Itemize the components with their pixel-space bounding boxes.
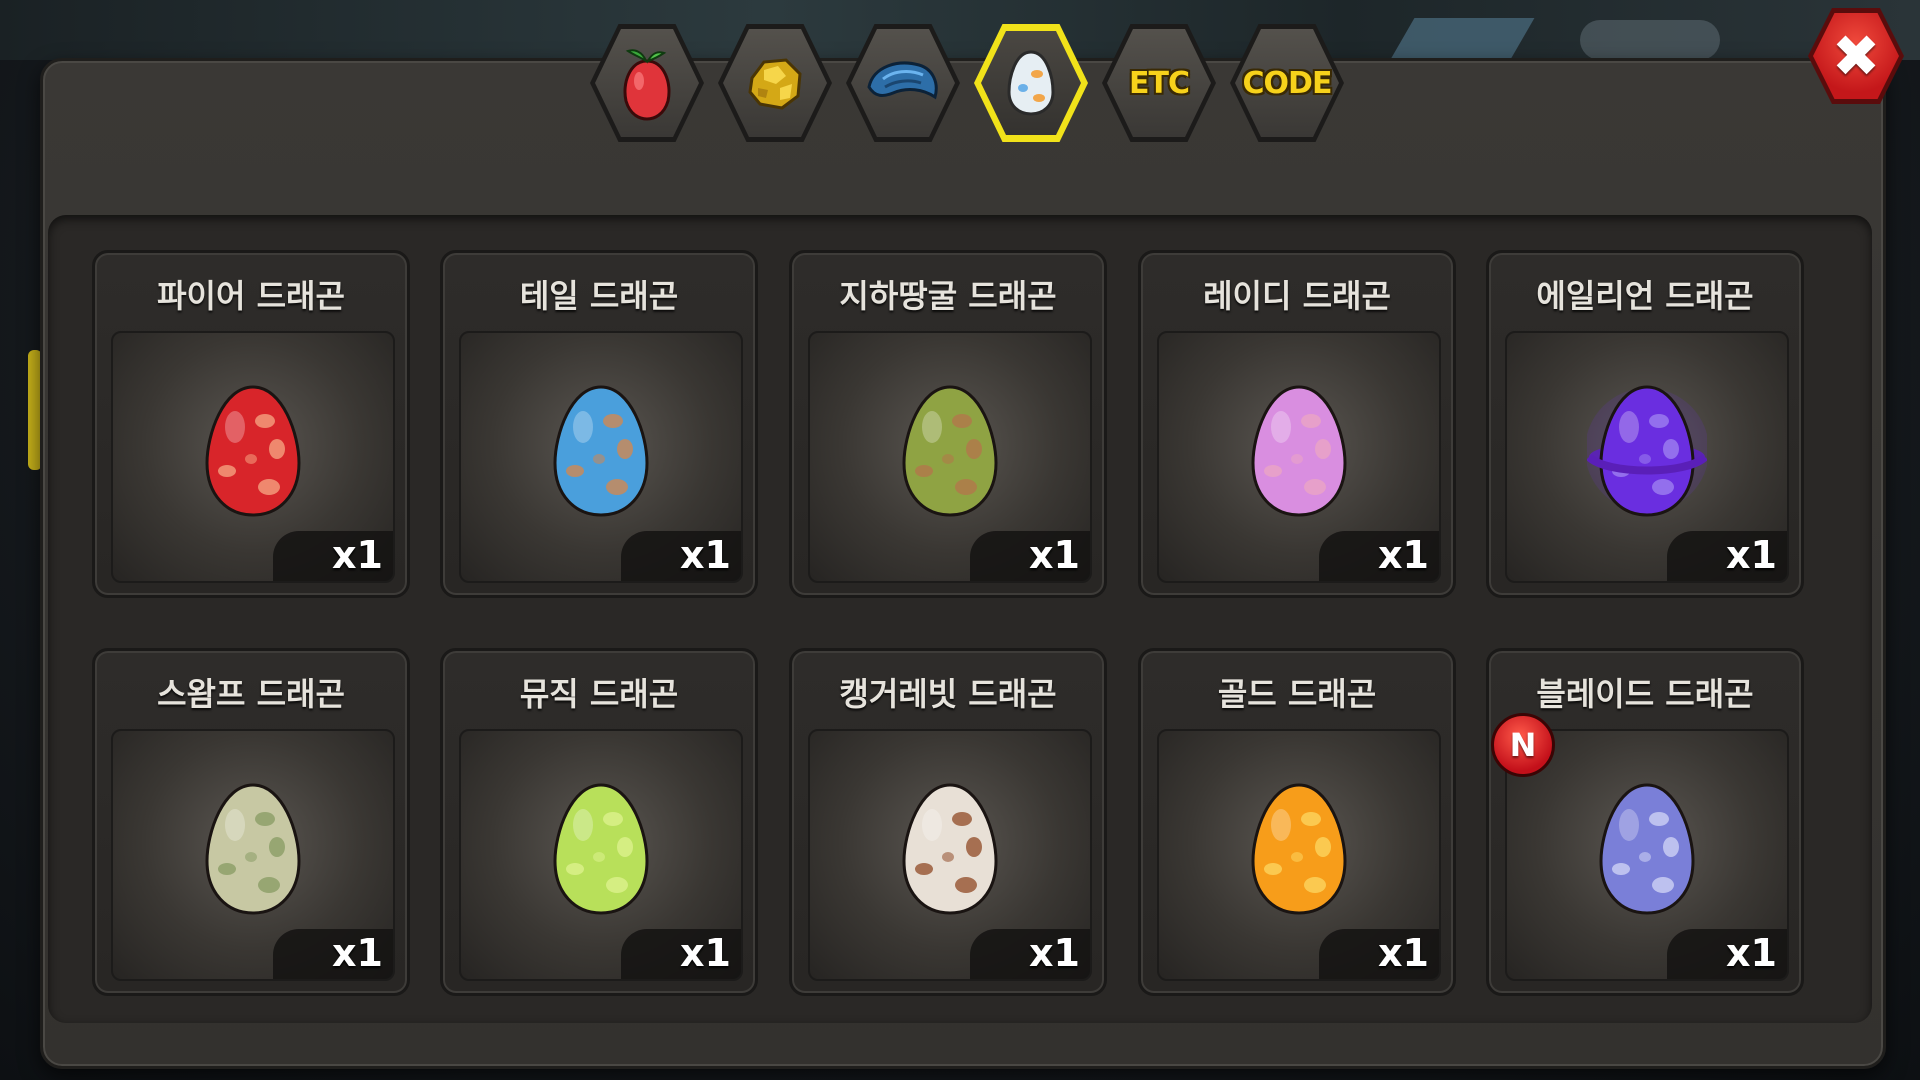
- quantity-badge: x1: [1667, 531, 1787, 581]
- dragon-egg-icon: [1599, 783, 1695, 915]
- quantity-label: x1: [1378, 533, 1429, 577]
- tab-gold[interactable]: [718, 24, 832, 142]
- category-tabs: ETC CODE: [590, 18, 1360, 148]
- dragon-egg-icon: [1251, 385, 1347, 517]
- item-slot: x1: [808, 729, 1092, 981]
- item-slot: x1: [111, 331, 395, 583]
- egg-item-card[interactable]: 캥거레빗 드래곤 x1: [789, 648, 1107, 996]
- egg-item-card[interactable]: 지하땅굴 드래곤 x1: [789, 250, 1107, 598]
- quantity-badge: x1: [273, 929, 393, 979]
- egg-icon: [1007, 50, 1055, 116]
- egg-item-card[interactable]: 에일리언 드래곤 x1: [1486, 250, 1804, 598]
- quantity-label: x1: [1378, 931, 1429, 975]
- quantity-label: x1: [1029, 931, 1080, 975]
- dragon-egg-icon: [553, 385, 649, 517]
- quantity-badge: x1: [970, 929, 1090, 979]
- blue-scale-icon: [867, 61, 938, 100]
- dragon-egg-icon: [1587, 385, 1707, 517]
- background-decoration: [1580, 20, 1720, 60]
- new-badge: N: [1491, 713, 1555, 777]
- quantity-label: x1: [680, 533, 731, 577]
- close-icon: ✖: [1831, 22, 1881, 90]
- tab-egg[interactable]: [974, 24, 1088, 142]
- egg-item-card[interactable]: 골드 드래곤 x1: [1138, 648, 1456, 996]
- item-slot: x1: [808, 331, 1092, 583]
- item-name: 블레이드 드래곤: [1536, 675, 1754, 713]
- quantity-badge: x1: [273, 531, 393, 581]
- tab-code[interactable]: CODE: [1230, 24, 1344, 142]
- quantity-label: x1: [332, 533, 383, 577]
- tab-fruit[interactable]: [590, 24, 704, 142]
- quantity-label: x1: [680, 931, 731, 975]
- quantity-badge: x1: [1319, 531, 1439, 581]
- quantity-badge: x1: [621, 929, 741, 979]
- item-name: 스왐프 드래곤: [157, 675, 345, 713]
- egg-item-card[interactable]: 테일 드래곤 x1: [440, 250, 758, 598]
- item-name: 테일 드래곤: [519, 277, 679, 315]
- quantity-badge: x1: [1319, 929, 1439, 979]
- dragon-egg-icon: [205, 385, 301, 517]
- item-name: 레이디 드래곤: [1203, 277, 1391, 315]
- gold-ore-icon: [748, 58, 802, 110]
- dragon-egg-icon: [553, 783, 649, 915]
- egg-item-card[interactable]: 블레이드 드래곤 x1 N: [1486, 648, 1804, 996]
- item-slot: x1: [1157, 729, 1441, 981]
- item-slot: x1: [459, 729, 743, 981]
- item-name: 뮤직 드래곤: [519, 675, 679, 713]
- quantity-label: x1: [1726, 931, 1777, 975]
- tab-etc-label: ETC: [1129, 65, 1190, 101]
- fruit-icon: [623, 49, 671, 121]
- quantity-label: x1: [332, 931, 383, 975]
- item-slot: x1: [1157, 331, 1441, 583]
- item-slot: x1: [1505, 331, 1789, 583]
- item-name: 지하땅굴 드래곤: [839, 277, 1057, 315]
- quantity-badge: x1: [970, 531, 1090, 581]
- dragon-egg-icon: [205, 783, 301, 915]
- tab-code-label: CODE: [1242, 65, 1333, 101]
- tab-scale[interactable]: [846, 24, 960, 142]
- quantity-badge: x1: [1667, 929, 1787, 979]
- quantity-label: x1: [1726, 533, 1777, 577]
- quantity-label: x1: [1029, 533, 1080, 577]
- item-slot: x1: [459, 331, 743, 583]
- quantity-badge: x1: [621, 531, 741, 581]
- dragon-egg-icon: [902, 385, 998, 517]
- dragon-egg-icon: [902, 783, 998, 915]
- item-name: 파이어 드래곤: [157, 277, 345, 315]
- item-slot: x1: [111, 729, 395, 981]
- item-slot: x1: [1505, 729, 1789, 981]
- item-name: 에일리언 드래곤: [1536, 277, 1754, 315]
- egg-item-card[interactable]: 파이어 드래곤 x1: [92, 250, 410, 598]
- tab-etc[interactable]: ETC: [1102, 24, 1216, 142]
- egg-item-card[interactable]: 스왐프 드래곤 x1: [92, 648, 410, 996]
- egg-item-card[interactable]: 레이디 드래곤 x1: [1138, 250, 1456, 598]
- egg-item-card[interactable]: 뮤직 드래곤 x1: [440, 648, 758, 996]
- dragon-egg-icon: [1251, 783, 1347, 915]
- item-name: 캥거레빗 드래곤: [839, 675, 1057, 713]
- item-name: 골드 드래곤: [1217, 675, 1377, 713]
